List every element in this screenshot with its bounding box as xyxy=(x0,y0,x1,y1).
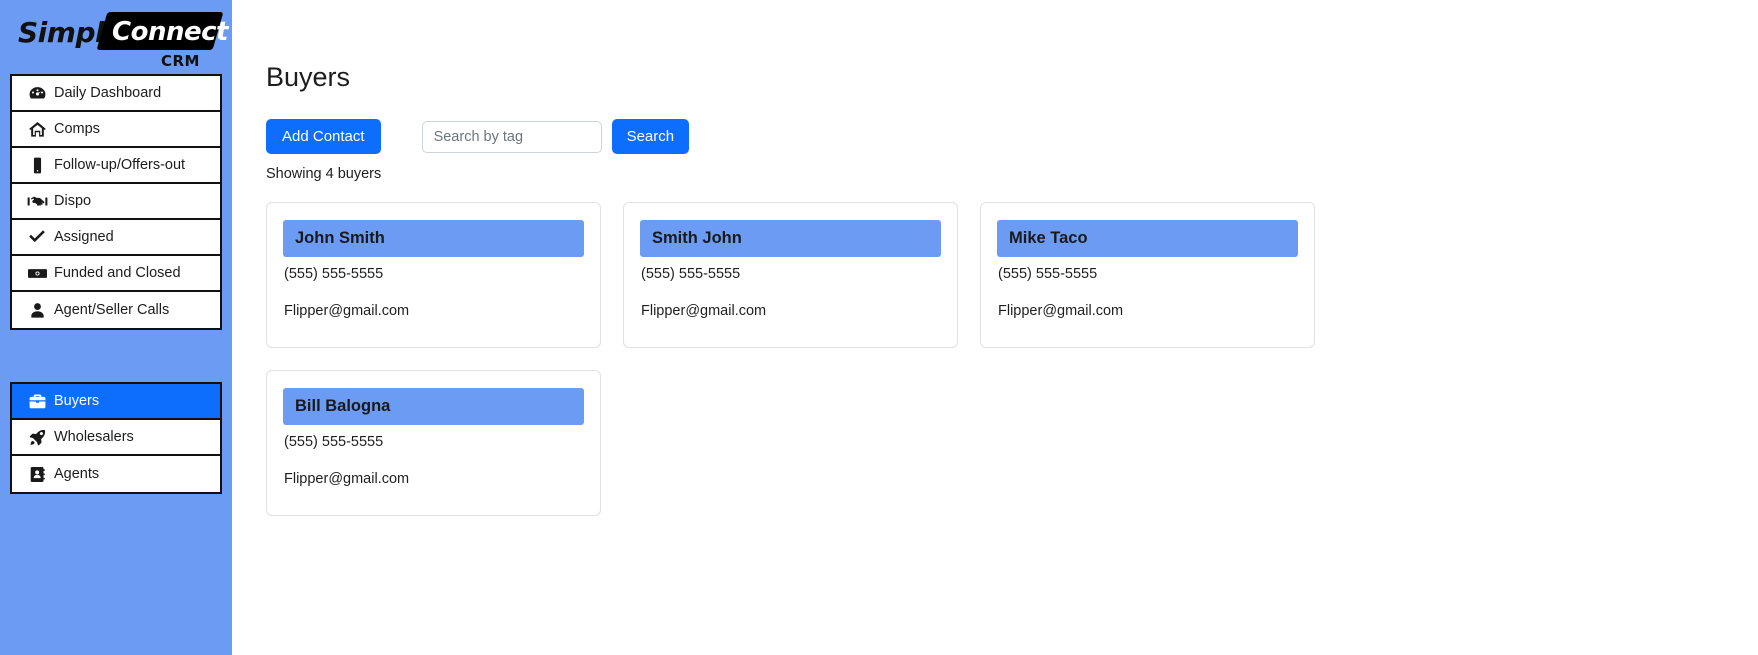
search-input[interactable] xyxy=(421,120,602,153)
sidebar-nav-secondary: Buyers Wholesalers Agents xyxy=(10,382,222,494)
sidebar-item-label: Wholesalers xyxy=(54,429,134,445)
buyer-card[interactable]: Smith John (555) 555-5555 Flipper@gmail.… xyxy=(623,202,958,348)
money-bill-icon xyxy=(20,264,54,283)
buyer-card[interactable]: Bill Balogna (555) 555-5555 Flipper@gmai… xyxy=(266,370,601,516)
app-root: Simple Connect CRM Daily Dashboard Comps xyxy=(0,0,1758,655)
buyer-name: Smith John xyxy=(640,220,941,257)
buyer-email: Flipper@gmail.com xyxy=(998,303,1124,319)
buyer-card[interactable]: John Smith (555) 555-5555 Flipper@gmail.… xyxy=(266,202,601,348)
buyer-phone: (555) 555-5555 xyxy=(284,266,384,282)
sidebar-item-wholesalers[interactable]: Wholesalers xyxy=(12,420,220,456)
sidebar-item-label: Comps xyxy=(54,121,100,137)
brand-subtitle-crm: CRM xyxy=(161,52,200,70)
sidebar-nav-primary: Daily Dashboard Comps Follow-up/Offers-o… xyxy=(10,74,222,330)
house-icon xyxy=(20,120,54,139)
results-count-text: Showing 4 buyers xyxy=(266,166,382,182)
address-book-icon xyxy=(20,465,54,484)
brand-logo: Simple Connect CRM xyxy=(0,0,232,70)
buyer-phone: (555) 555-5555 xyxy=(284,434,384,450)
buyer-email: Flipper@gmail.com xyxy=(284,471,410,487)
sidebar-item-label: Agents xyxy=(54,466,100,482)
handshake-icon xyxy=(20,192,54,211)
sidebar-item-label: Buyers xyxy=(54,393,100,409)
sidebar-divider-gap xyxy=(0,330,232,374)
search-button[interactable]: Search xyxy=(611,119,690,154)
buyer-name: Mike Taco xyxy=(997,220,1298,257)
sidebar: Simple Connect CRM Daily Dashboard Comps xyxy=(0,0,232,655)
brand-word-connect: Connect xyxy=(112,17,228,47)
sidebar-item-label: Assigned xyxy=(54,229,114,245)
sidebar-item-label: Dispo xyxy=(54,193,92,209)
gauge-icon xyxy=(20,84,54,103)
main-content: Buyers Add Contact Search Showing 4 buye… xyxy=(232,0,1758,655)
page-title: Buyers xyxy=(266,62,351,92)
check-icon xyxy=(20,227,54,247)
user-icon xyxy=(20,301,54,320)
sidebar-item-funded-and-closed[interactable]: Funded and Closed xyxy=(12,256,220,292)
sidebar-item-daily-dashboard[interactable]: Daily Dashboard xyxy=(12,76,220,112)
sidebar-item-label: Agent/Seller Calls xyxy=(54,302,170,318)
sidebar-item-label: Follow-up/Offers-out xyxy=(54,157,186,173)
sidebar-item-dispo[interactable]: Dispo xyxy=(12,184,220,220)
buyer-email: Flipper@gmail.com xyxy=(641,303,767,319)
buyer-name: Bill Balogna xyxy=(283,388,584,425)
buyer-phone: (555) 555-5555 xyxy=(641,266,741,282)
sidebar-item-comps[interactable]: Comps xyxy=(12,112,220,148)
briefcase-icon xyxy=(20,392,54,411)
buyer-phone: (555) 555-5555 xyxy=(998,266,1098,282)
brand-logo-wordmark: Simple Connect CRM xyxy=(16,10,228,70)
buyer-email: Flipper@gmail.com xyxy=(284,303,410,319)
toolbar: Add Contact Search xyxy=(266,119,1758,154)
sidebar-item-agent-seller-calls[interactable]: Agent/Seller Calls xyxy=(12,292,220,328)
sidebar-item-label: Funded and Closed xyxy=(54,265,181,281)
sidebar-item-label: Daily Dashboard xyxy=(54,85,162,101)
add-contact-button[interactable]: Add Contact xyxy=(266,119,381,154)
rocket-icon xyxy=(20,428,54,447)
sidebar-item-buyers[interactable]: Buyers xyxy=(12,384,220,420)
sidebar-item-agents[interactable]: Agents xyxy=(12,456,220,492)
sidebar-item-assigned[interactable]: Assigned xyxy=(12,220,220,256)
buyer-card[interactable]: Mike Taco (555) 555-5555 Flipper@gmail.c… xyxy=(980,202,1315,348)
sidebar-item-follow-up-offers-out[interactable]: Follow-up/Offers-out xyxy=(12,148,220,184)
mobile-phone-icon xyxy=(20,156,54,175)
buyer-name: John Smith xyxy=(283,220,584,257)
buyer-card-grid: John Smith (555) 555-5555 Flipper@gmail.… xyxy=(266,202,1346,516)
